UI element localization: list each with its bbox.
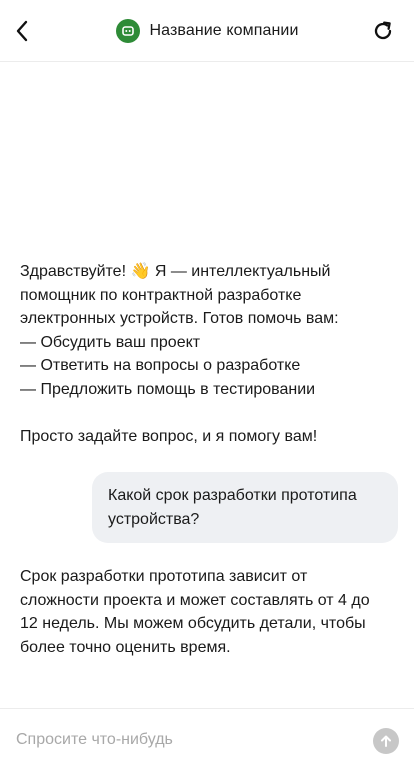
arrow-up-icon: [381, 735, 391, 747]
user-message-bubble: Какой срок разработки прототипа устройст…: [92, 472, 398, 543]
message-list: Здравствуйте! 👋 Я — интеллектуальный пом…: [0, 62, 414, 708]
header-title-group: Название компании: [0, 0, 414, 62]
bot-icon: [121, 26, 134, 36]
company-name: Название компании: [149, 22, 299, 39]
assistant-message: Здравствуйте! 👋 Я — интеллектуальный пом…: [20, 260, 400, 448]
top-bar: Название компании: [0, 0, 414, 62]
refresh-icon: [374, 21, 392, 40]
send-button[interactable]: [373, 728, 399, 754]
assistant-message: Срок разработки прототипа зависит от сло…: [20, 565, 400, 659]
back-button[interactable]: [6, 14, 38, 48]
message-composer: [0, 708, 414, 770]
company-logo: [115, 19, 140, 43]
refresh-button[interactable]: [366, 14, 400, 48]
message-input[interactable]: [16, 723, 356, 757]
assistant-message-text: Срок разработки прототипа зависит от сло…: [20, 568, 370, 656]
assistant-message-text: Здравствуйте! 👋 Я — интеллектуальный пом…: [20, 263, 339, 445]
chevron-left-icon: [16, 20, 28, 42]
chat-screen: Название компании Здравствуйте! 👋 Я — ин…: [0, 0, 414, 770]
